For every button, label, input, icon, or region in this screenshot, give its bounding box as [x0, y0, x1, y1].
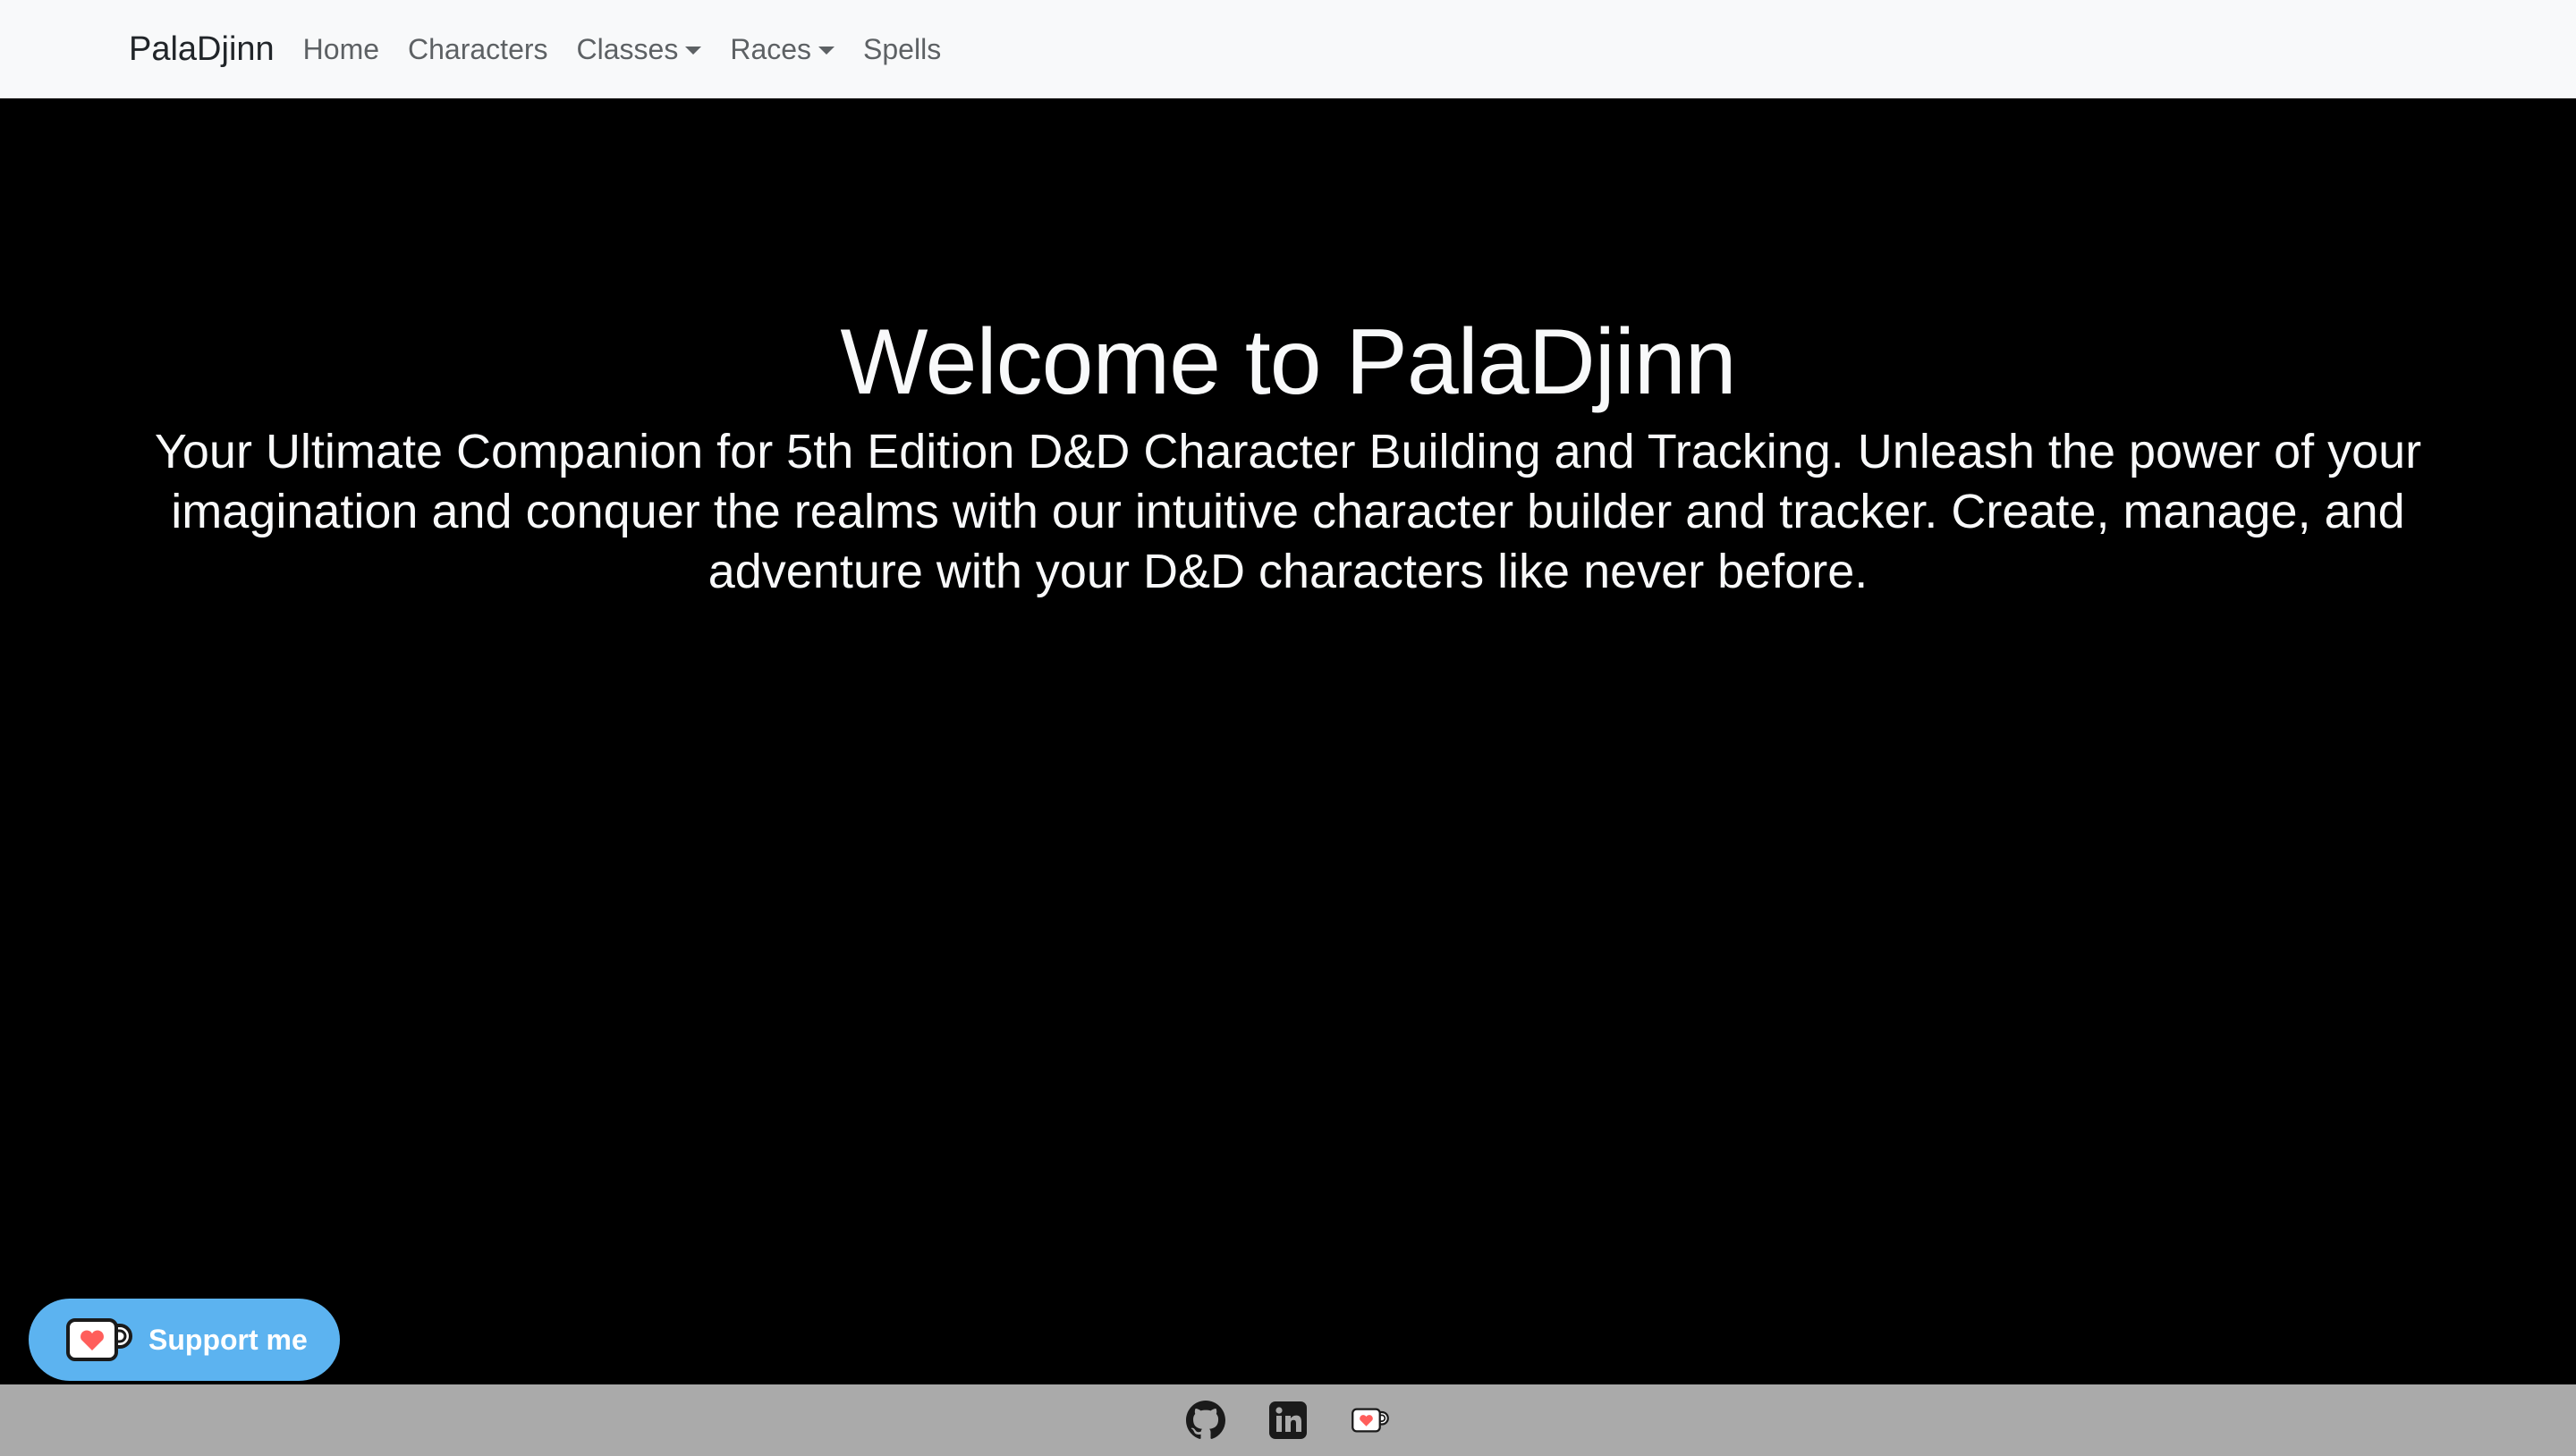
nav-dropdown-classes[interactable]: Classes: [577, 35, 702, 63]
hero-lead-text: Your Ultimate Companion for 5th Edition …: [154, 425, 2422, 598]
nav-item-label: Races: [730, 33, 812, 65]
caret-down-icon: [818, 46, 835, 55]
nav-dropdown-races[interactable]: Races: [730, 35, 835, 63]
support-me-button[interactable]: Support me: [29, 1299, 340, 1381]
footer: [0, 1384, 2576, 1456]
nav-item-characters[interactable]: Characters: [408, 35, 548, 63]
nav-item-spells[interactable]: Spells: [863, 35, 941, 63]
github-icon[interactable]: [1186, 1401, 1225, 1440]
hero-section: Welcome to PalaDjinn Your Ultimate Compa…: [0, 98, 2576, 1384]
nav-item-label: Spells: [863, 33, 942, 65]
nav-item-label: Home: [302, 33, 380, 65]
support-me-label: Support me: [148, 1324, 308, 1356]
kofi-cup-icon: [66, 1318, 132, 1361]
brand-link[interactable]: PalaDjinn: [129, 32, 275, 66]
nav-item-home[interactable]: Home: [303, 35, 379, 63]
nav-item-label: Classes: [576, 33, 679, 65]
linkedin-icon[interactable]: [1268, 1401, 1308, 1440]
caret-down-icon: [685, 46, 702, 55]
kofi-icon[interactable]: [1351, 1401, 1390, 1440]
top-navbar: PalaDjinn Home Characters Classes Races …: [0, 0, 2576, 98]
hero-title: Welcome to PalaDjinn: [840, 310, 1736, 414]
nav-item-label: Characters: [408, 33, 548, 65]
